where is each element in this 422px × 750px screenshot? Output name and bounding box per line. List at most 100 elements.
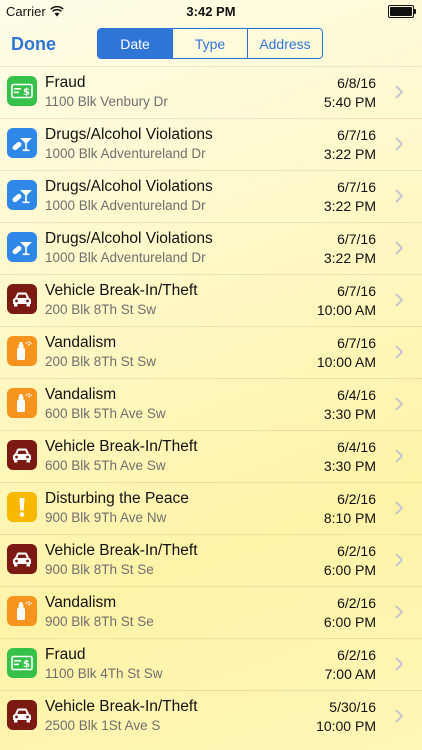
cocktail-pill-icon (7, 180, 37, 210)
incident-date: 6/7/16 (337, 335, 376, 351)
incident-row[interactable]: Drugs/Alcohol Violations 1000 Blk Advent… (0, 222, 422, 274)
incident-time: 10:00 AM (316, 354, 376, 370)
chevron-right-icon (395, 293, 403, 307)
status-bar: Carrier 3:42 PM (0, 0, 422, 22)
incident-title: Vehicle Break-In/Theft (45, 698, 198, 715)
incident-row[interactable]: Vandalism 600 Blk 5Th Ave Sw 6/4/16 3:30… (0, 378, 422, 430)
nav-bar: Done Date Type Address (0, 22, 422, 66)
incident-title: Vehicle Break-In/Theft (45, 438, 198, 455)
chevron-right-icon (395, 85, 403, 99)
segment-date[interactable]: Date (98, 29, 173, 58)
incident-title: Vehicle Break-In/Theft (45, 282, 198, 299)
incident-list: $ Fraud 1100 Blk Venbury Dr 6/8/16 5:40 … (0, 66, 422, 742)
incident-time: 3:30 PM (323, 406, 376, 422)
chevron-right-icon (395, 241, 403, 255)
incident-time: 3:22 PM (323, 146, 376, 162)
svg-text:$: $ (23, 87, 30, 98)
cocktail-pill-icon (7, 232, 37, 262)
incident-title: Fraud (45, 74, 86, 91)
done-button[interactable]: Done (11, 34, 56, 55)
incident-row[interactable]: Drugs/Alcohol Violations 1000 Blk Advent… (0, 170, 422, 222)
incident-date: 6/2/16 (337, 647, 376, 663)
incident-date: 6/2/16 (337, 543, 376, 559)
incident-time: 5:40 PM (323, 94, 376, 110)
car-icon (7, 700, 37, 730)
incident-address: 1100 Blk 4Th St Sw (45, 666, 163, 681)
car-icon (7, 544, 37, 574)
incident-row[interactable]: Vehicle Break-In/Theft 2500 Blk 1St Ave … (0, 690, 422, 742)
battery-icon (388, 5, 416, 18)
spray-can-icon (7, 336, 37, 366)
incident-time: 10:00 PM (316, 718, 376, 734)
chevron-right-icon (395, 345, 403, 359)
incident-title: Fraud (45, 646, 86, 663)
chevron-right-icon (395, 397, 403, 411)
incident-address: 900 Blk 9Th Ave Nw (45, 510, 167, 525)
incident-row[interactable]: Drugs/Alcohol Violations 1000 Blk Advent… (0, 118, 422, 170)
svg-text:$: $ (23, 659, 30, 670)
incident-row[interactable]: Disturbing the Peace 900 Blk 9Th Ave Nw … (0, 482, 422, 534)
incident-title: Vandalism (45, 334, 117, 351)
incident-title: Drugs/Alcohol Violations (45, 126, 213, 143)
incident-date: 6/7/16 (337, 127, 376, 143)
cash-icon: $ (7, 76, 37, 106)
incident-address: 1000 Blk Adventureland Dr (45, 146, 206, 161)
segment-address[interactable]: Address (248, 29, 322, 58)
cash-icon: $ (7, 648, 37, 678)
chevron-right-icon (395, 605, 403, 619)
incident-title: Disturbing the Peace (45, 490, 189, 507)
incident-address: 1100 Blk Venbury Dr (45, 94, 168, 109)
incident-address: 600 Blk 5Th Ave Sw (45, 458, 166, 473)
car-icon (7, 440, 37, 470)
chevron-right-icon (395, 189, 403, 203)
exclamation-icon (7, 492, 37, 522)
incident-date: 6/4/16 (337, 439, 376, 455)
incident-date: 6/4/16 (337, 387, 376, 403)
incident-row[interactable]: Vehicle Break-In/Theft 200 Blk 8Th St Sw… (0, 274, 422, 326)
incident-title: Vehicle Break-In/Theft (45, 542, 198, 559)
incident-row[interactable]: Vehicle Break-In/Theft 600 Blk 5Th Ave S… (0, 430, 422, 482)
incident-date: 6/7/16 (337, 231, 376, 247)
incident-title: Drugs/Alcohol Violations (45, 178, 213, 195)
incident-date: 6/2/16 (337, 595, 376, 611)
incident-address: 200 Blk 8Th St Sw (45, 354, 157, 369)
incident-address: 200 Blk 8Th St Sw (45, 302, 157, 317)
chevron-right-icon (395, 137, 403, 151)
incident-time: 3:22 PM (323, 250, 376, 266)
incident-date: 6/8/16 (337, 75, 376, 91)
spray-can-icon (7, 596, 37, 626)
incident-address: 600 Blk 5Th Ave Sw (45, 406, 166, 421)
incident-address: 900 Blk 8Th St Se (45, 562, 154, 577)
chevron-right-icon (395, 449, 403, 463)
spray-can-icon (7, 388, 37, 418)
sort-segmented-control: Date Type Address (97, 28, 323, 59)
incident-time: 8:10 PM (323, 510, 376, 526)
incident-address: 2500 Blk 1St Ave S (45, 718, 161, 733)
chevron-right-icon (395, 501, 403, 515)
incident-date: 5/30/16 (329, 699, 376, 715)
incident-date: 6/2/16 (337, 491, 376, 507)
incident-address: 900 Blk 8Th St Se (45, 614, 154, 629)
car-icon (7, 284, 37, 314)
incident-title: Drugs/Alcohol Violations (45, 230, 213, 247)
incident-time: 6:00 PM (323, 562, 376, 578)
incident-time: 10:00 AM (316, 302, 376, 318)
incident-row[interactable]: Vandalism 200 Blk 8Th St Sw 6/7/16 10:00… (0, 326, 422, 378)
incident-row[interactable]: Vandalism 900 Blk 8Th St Se 6/2/16 6:00 … (0, 586, 422, 638)
incident-title: Vandalism (45, 386, 117, 403)
segment-type[interactable]: Type (173, 29, 248, 58)
incident-row[interactable]: Vehicle Break-In/Theft 900 Blk 8Th St Se… (0, 534, 422, 586)
incident-title: Vandalism (45, 594, 117, 611)
incident-date: 6/7/16 (337, 283, 376, 299)
incident-time: 7:00 AM (324, 666, 376, 682)
incident-row[interactable]: $ Fraud 1100 Blk 4Th St Sw 6/2/16 7:00 A… (0, 638, 422, 690)
status-time: 3:42 PM (186, 4, 236, 19)
incident-time: 6:00 PM (323, 614, 376, 630)
cocktail-pill-icon (7, 128, 37, 158)
incident-time: 3:22 PM (323, 198, 376, 214)
incident-row[interactable]: $ Fraud 1100 Blk Venbury Dr 6/8/16 5:40 … (0, 66, 422, 118)
chevron-right-icon (395, 709, 403, 723)
incident-time: 3:30 PM (323, 458, 376, 474)
incident-address: 1000 Blk Adventureland Dr (45, 198, 206, 213)
incident-date: 6/7/16 (337, 179, 376, 195)
